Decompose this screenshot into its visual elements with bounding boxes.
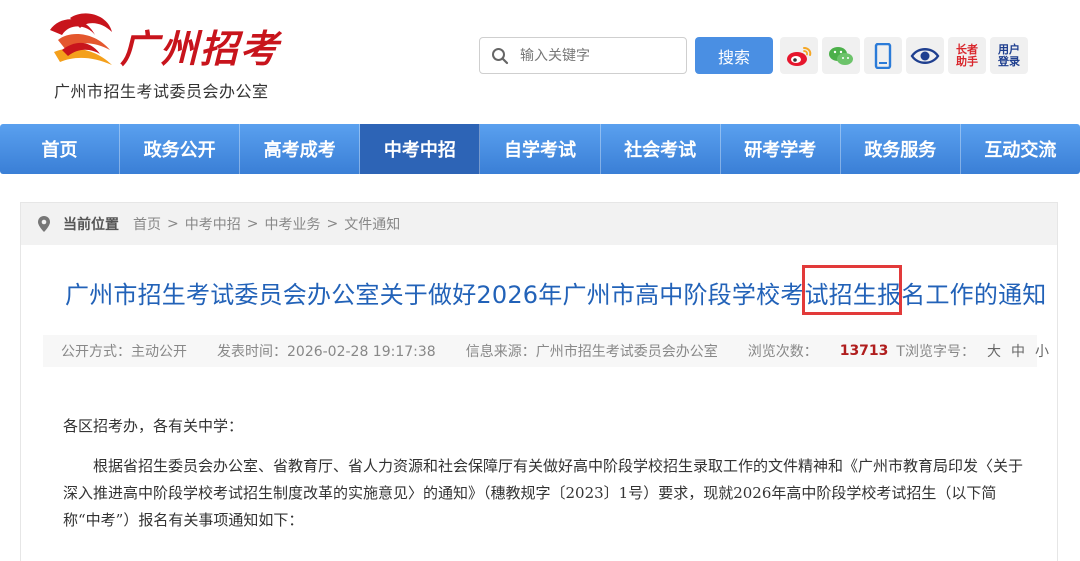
article-greeting: 各区招考办，各有关中学：	[63, 417, 244, 435]
accessibility-button[interactable]	[906, 37, 944, 74]
wechat-button[interactable]	[822, 37, 860, 74]
site-logo[interactable]: 广州招考 广州市招生考试委员会办公室	[40, 10, 280, 105]
login-label-1: 用户	[998, 42, 1020, 56]
mobile-icon	[874, 42, 892, 69]
nav-item-government-services[interactable]: 政务服务	[841, 124, 961, 174]
breadcrumb-item-home[interactable]: 首页	[133, 214, 161, 234]
breadcrumb-item-notices[interactable]: 文件通知	[344, 214, 400, 234]
breadcrumb: 当前位置 首页 > 中考中招 > 中考业务 > 文件通知	[21, 203, 1057, 245]
meta-views-count: 13713	[839, 343, 889, 359]
nav-item-interaction[interactable]: 互动交流	[961, 124, 1080, 174]
meta-font-size-label: T浏览字号：	[896, 344, 975, 360]
main-nav: 首页 政务公开 高考成考 中考中招 自学考试 社会考试 研考学考 政务服务 互动…	[0, 124, 1080, 174]
logo-title: 广州招考	[120, 26, 281, 71]
elder-label-2: 助手	[956, 54, 978, 68]
breadcrumb-separator: >	[326, 216, 339, 232]
logo-flame-icon	[50, 13, 112, 65]
nav-item-social-exams[interactable]: 社会考试	[601, 124, 721, 174]
search-input[interactable]	[520, 40, 680, 71]
article-meta: 公开方式：主动公开 发表时间：2026-02-28 19:17:38 信息来源：…	[43, 335, 1049, 367]
nav-item-graduate-exams[interactable]: 研考学考	[721, 124, 841, 174]
breadcrumb-separator: >	[246, 216, 259, 232]
breadcrumb-separator: >	[167, 216, 179, 232]
font-size-small[interactable]: 小	[1035, 341, 1049, 361]
search-button[interactable]: 搜索	[695, 37, 773, 74]
nav-item-government-affairs[interactable]: 政务公开	[120, 124, 241, 174]
article-panel: 当前位置 首页 > 中考中招 > 中考业务 > 文件通知 广州市招生考试委员会办…	[20, 202, 1058, 561]
wechat-icon	[829, 46, 853, 65]
site-header: 广州招考 广州市招生考试委员会办公室 搜索	[0, 0, 1080, 118]
weibo-icon	[787, 46, 812, 66]
font-size-medium[interactable]: 中	[1011, 341, 1025, 361]
article-body: 各区招考办，各有关中学： 根据省招生委员会办公室、省教育厅、省人力资源和社会保障…	[63, 413, 1023, 547]
nav-item-self-study-exams[interactable]: 自学考试	[480, 124, 601, 174]
breadcrumb-item-admission[interactable]: 中考中招	[185, 214, 241, 234]
breadcrumb-item-business[interactable]: 中考业务	[264, 214, 320, 234]
search-box	[479, 37, 687, 74]
logo-subtitle: 广州市招生考试委员会办公室	[54, 82, 269, 101]
nav-item-college-exams[interactable]: 高考成考	[240, 124, 361, 174]
elder-assistant-button[interactable]: 长者 助手	[948, 37, 986, 74]
eye-icon	[910, 47, 940, 64]
breadcrumb-label: 当前位置	[63, 217, 119, 233]
nav-item-home[interactable]: 首页	[0, 124, 121, 174]
user-login-button[interactable]: 用户 登录	[990, 37, 1028, 74]
meta-views-label: 浏览次数：	[747, 344, 818, 360]
meta-source: 信息来源：广州市招生考试委员会办公室	[465, 344, 718, 360]
login-label-2: 登录	[998, 54, 1020, 68]
meta-disclosure: 公开方式：主动公开	[61, 344, 187, 360]
location-pin-icon	[38, 216, 50, 232]
nav-item-high-school-admission[interactable]: 中考中招	[360, 124, 481, 174]
highlight-annotation	[802, 265, 902, 315]
mobile-button[interactable]	[864, 37, 902, 74]
font-size-large[interactable]: 大	[987, 341, 1001, 361]
elder-label-1: 长者	[956, 42, 978, 56]
search-icon	[480, 38, 520, 73]
meta-published: 发表时间：2026-02-28 19:17:38	[217, 344, 436, 360]
weibo-button[interactable]	[780, 37, 818, 74]
article-paragraph: 根据省招生委员会办公室、省教育厅、省人力资源和社会保障厅有关做好高中阶段学校招生…	[63, 457, 1024, 529]
